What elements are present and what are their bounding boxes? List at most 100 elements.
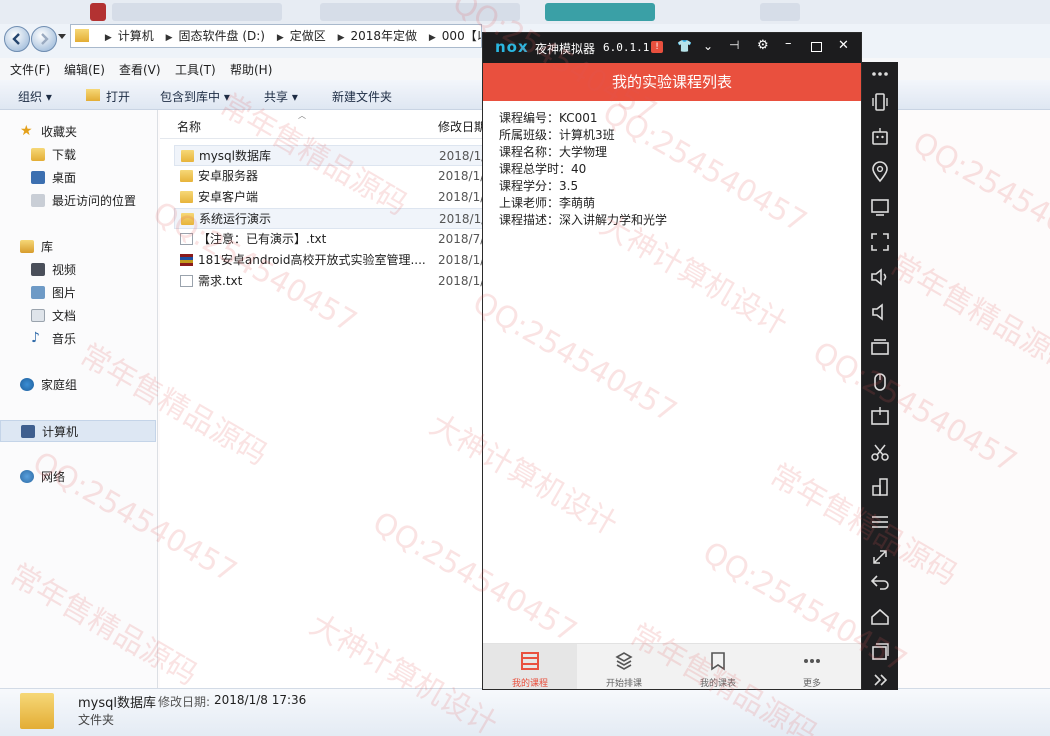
include-in-library-button[interactable]: 包含到库中 ▾ (160, 88, 230, 105)
tab-my-courses[interactable]: 我的课程 (483, 644, 577, 689)
tab-more[interactable]: 更多 (765, 644, 859, 689)
tab-start-scheduling[interactable]: 开始排课 (577, 644, 671, 689)
emulator-titlebar[interactable]: nox 夜神模拟器 6.0.1.1 ! 👕 ⌄ ⊣ ⚙ – ✕ (483, 33, 861, 63)
resize-icon[interactable] (868, 545, 892, 569)
maximize-icon[interactable] (811, 42, 822, 52)
breadcrumb-project[interactable]: 000【以 (442, 25, 481, 47)
menu-help[interactable]: 帮助(H) (230, 61, 272, 78)
nav-music[interactable]: ♪ 音乐 (0, 328, 156, 350)
menu-file[interactable]: 文件(F) (10, 61, 50, 78)
file-row[interactable]: 【注意：已有演示】.txt 2018/7/ (174, 229, 490, 250)
apk-icon[interactable] (868, 405, 892, 429)
nav-computer[interactable]: 计算机 (0, 420, 156, 442)
robot-icon[interactable] (868, 125, 892, 149)
settings-gear-icon[interactable]: ⚙ (757, 38, 769, 53)
nav-videos[interactable]: 视频 (0, 259, 156, 281)
nav-documents[interactable]: 文档 (0, 305, 156, 327)
fullscreen-icon[interactable] (868, 230, 892, 254)
folder-icon (180, 191, 193, 203)
column-modified[interactable]: 修改日期 (438, 118, 486, 135)
recent-apps-icon[interactable] (868, 640, 892, 664)
organize-button[interactable]: 组织 ▾ (18, 88, 52, 105)
shake-icon[interactable] (868, 90, 892, 114)
browser-tab-favicon[interactable] (90, 3, 106, 21)
layout-icon[interactable] (868, 475, 892, 499)
breadcrumb-separator-icon: ▶ (104, 33, 112, 43)
pin-icon[interactable]: ⊣ (729, 38, 739, 52)
nav-homegroup[interactable]: 家庭组 (0, 374, 156, 396)
skin-icon[interactable]: 👕 (677, 39, 692, 53)
nav-network[interactable]: 网络 (0, 466, 156, 488)
more-icon[interactable] (868, 62, 892, 86)
nav-favorites[interactable]: ★ 收藏夹 (0, 121, 156, 143)
new-folder-button[interactable]: 新建文件夹 (332, 88, 392, 105)
browser-tab[interactable] (320, 3, 520, 21)
volume-up-icon[interactable] (868, 265, 892, 289)
desktop-icon (31, 171, 45, 184)
location-icon[interactable] (868, 160, 892, 184)
scissors-icon[interactable] (868, 440, 892, 464)
volume-down-icon[interactable] (868, 300, 892, 324)
file-row[interactable]: 需求.txt 2018/1/ (174, 271, 490, 292)
nav-pictures[interactable]: 图片 (0, 282, 156, 304)
chevron-down-icon[interactable]: ⌄ (703, 39, 713, 53)
sort-ascending-icon: ︿ (298, 111, 306, 120)
breadcrumb-drive[interactable]: 固态软件盘 (D:) (179, 25, 265, 47)
file-row[interactable]: 系统运行演示 2018/1/ (174, 208, 490, 229)
tab-my-schedule[interactable]: 我的课表 (671, 644, 765, 689)
folder-icon (75, 29, 89, 42)
back-icon[interactable] (868, 570, 892, 594)
chevron-down-icon: ▾ (223, 90, 230, 104)
chevron-down-icon: ▾ (291, 90, 298, 104)
browser-tab[interactable] (112, 3, 282, 21)
open-folder-icon (86, 89, 100, 101)
browser-tab-active[interactable] (545, 3, 655, 21)
notification-badge-icon[interactable]: ! (651, 41, 663, 53)
watermark-text: QQ:254540457 (906, 125, 1050, 270)
file-date: 2018/1/ (438, 253, 485, 267)
expand-icon[interactable] (868, 668, 892, 692)
nav-recent[interactable]: 最近访问的位置 (0, 190, 156, 212)
history-dropdown-icon[interactable] (58, 34, 66, 39)
multi-instance-icon[interactable] (868, 335, 892, 359)
browser-tab-strip (0, 0, 1050, 24)
menu-icon[interactable] (868, 510, 892, 534)
breadcrumb-year[interactable]: 2018年定做 (351, 25, 418, 47)
address-bar[interactable]: ▶ 计算机 ▶ 固态软件盘 (D:) ▶ 定做区 ▶ 2018年定做 ▶ 000【以 (70, 24, 482, 48)
back-button[interactable] (4, 26, 30, 52)
home-icon[interactable] (868, 605, 892, 629)
book-icon (711, 652, 725, 671)
breadcrumb-separator-icon: ▶ (428, 33, 436, 43)
file-name: 安卓客户端 (198, 190, 259, 204)
file-row[interactable]: 安卓客户端 2018/1/ (174, 187, 490, 208)
nav-desktop[interactable]: 桌面 (0, 167, 156, 189)
close-icon[interactable]: ✕ (838, 38, 849, 53)
watermark-text: 常年售精品源码 (883, 247, 1050, 383)
menu-tools[interactable]: 工具(T) (175, 61, 216, 78)
forward-button[interactable] (31, 26, 57, 52)
mouse-icon[interactable] (868, 370, 892, 394)
file-row[interactable]: 181安卓android高校开放式实验室管理.... 2018/1/ (174, 250, 490, 271)
breadcrumb-custom-area[interactable]: 定做区 (290, 25, 326, 47)
file-name: 安卓服务器 (198, 169, 259, 183)
recent-places-icon (31, 194, 45, 207)
column-name[interactable]: 名称 (177, 118, 201, 135)
menu-view[interactable]: 查看(V) (119, 61, 161, 78)
nav-downloads[interactable]: 下载 (0, 144, 156, 166)
nav-libraries[interactable]: 库 (0, 236, 156, 258)
menu-edit[interactable]: 编辑(E) (64, 61, 105, 78)
file-row[interactable]: mysql数据库 2018/1/ (174, 145, 490, 166)
details-name: mysql数据库 (78, 696, 156, 711)
share-button[interactable]: 共享 ▾ (264, 88, 298, 105)
more-dots-icon (804, 659, 820, 663)
screen-icon[interactable] (868, 195, 892, 219)
file-row[interactable]: 安卓服务器 2018/1/ (174, 166, 490, 187)
open-button[interactable]: 打开 (106, 88, 130, 105)
network-icon (20, 470, 34, 483)
homegroup-icon (20, 378, 34, 391)
course-description: 课程描述：深入讲解力学和光学 (499, 213, 668, 227)
browser-tab[interactable] (760, 3, 800, 21)
breadcrumb-computer[interactable]: 计算机 (118, 25, 154, 47)
minimize-icon[interactable]: – (785, 36, 792, 51)
file-date: 2018/1/ (439, 212, 486, 226)
